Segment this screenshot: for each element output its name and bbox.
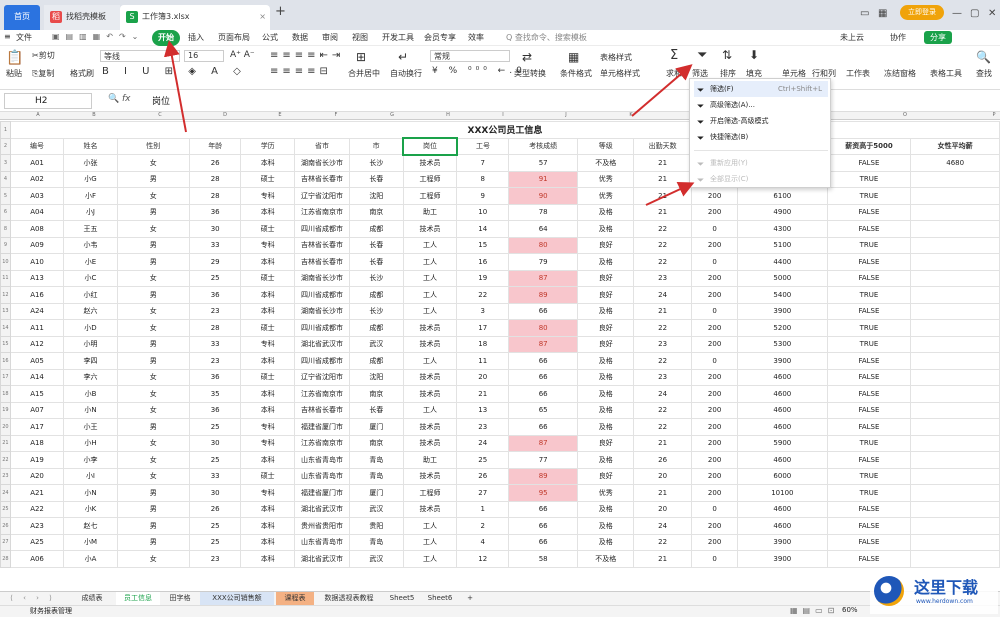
sheet-tab[interactable]: 员工信息: [116, 592, 160, 606]
sheet-tab[interactable]: 课程表: [276, 592, 314, 606]
watermark: 这里下载 www.herdown.com: [870, 570, 998, 614]
view-mode-icons[interactable]: ▦▤▭⊡: [790, 606, 839, 615]
sheet-tab[interactable]: XXX公司销售额: [200, 592, 274, 606]
sheet-tab[interactable]: Sheet5: [384, 592, 420, 606]
sheet-tab[interactable]: Sheet6: [422, 592, 458, 606]
add-sheet-icon[interactable]: +: [464, 592, 476, 606]
watermark-logo-icon: [874, 576, 904, 606]
annotation-arrows: [163, 40, 695, 206]
sheet-tab[interactable]: 田字格: [162, 592, 198, 606]
watermark-text: 这里下载: [914, 578, 979, 597]
zoom-level[interactable]: 60%: [842, 606, 858, 614]
sheet-tab[interactable]: 成绩表: [70, 592, 114, 606]
arrow-to-filter: [631, 64, 693, 117]
status-bar: 财务报表管理 ▦▤▭⊡ 60%: [0, 605, 1000, 617]
sheet-tab[interactable]: 数据透视表教程: [316, 592, 382, 606]
sheet-tab-bar: ⟨ ‹ › ⟩ 成绩表 员工信息 田字格 XXX公司销售额 课程表 数据透视表教程 Shee…: [0, 591, 1000, 606]
sheet-nav-arrows[interactable]: ⟨ ‹ › ⟩: [6, 592, 60, 606]
arrow-to-start: [163, 40, 187, 133]
status-left[interactable]: 财务报表管理: [30, 606, 72, 616]
watermark-url: www.herdown.com: [916, 598, 973, 605]
arrow-to-show-all: [645, 181, 695, 206]
